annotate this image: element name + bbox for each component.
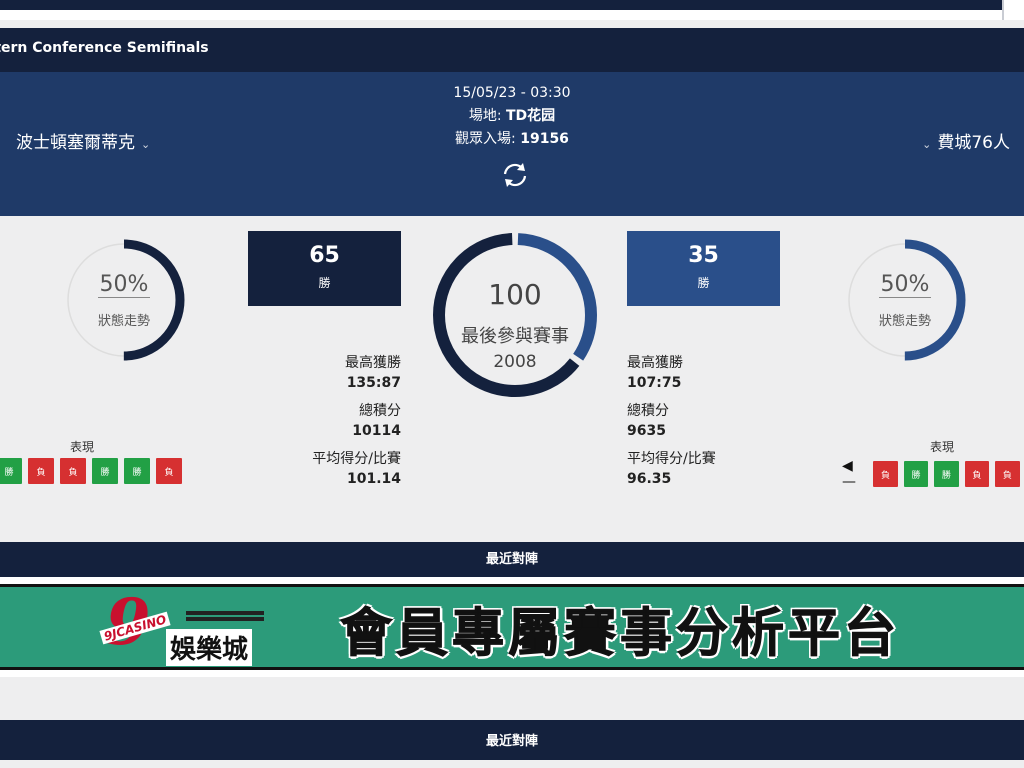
home-performance-label: 表現: [70, 440, 95, 454]
away-form-pct-value: 50%: [878, 272, 932, 298]
away-wins-box: 35 勝: [627, 231, 780, 306]
away-avg-label: 平均得分/比賽: [627, 451, 716, 467]
away-wins-label: 勝: [697, 276, 710, 290]
home-avg-label: 平均得分/比賽: [312, 451, 401, 467]
last-games-label: 最後參與賽事: [461, 326, 569, 347]
away-highest-win: 107:75: [627, 375, 682, 391]
venue-value: TD花园: [506, 108, 556, 124]
win-chip: 勝: [124, 458, 150, 484]
loss-chip: 負: [964, 461, 990, 487]
home-total-points-label: 總積分: [359, 403, 401, 419]
attendance-value: 19156: [520, 131, 569, 147]
away-team-name: 費城76人: [937, 133, 1010, 153]
away-total-points-label: 總積分: [627, 403, 669, 419]
win-chip: 勝: [903, 461, 929, 487]
top-nav-bar: [0, 0, 1002, 10]
match-info: 15/05/23 - 03:30 場地: TD花园 觀眾入場: 19156: [0, 82, 1024, 151]
conference-title-bar: stern Conference Semifinals: [0, 28, 1024, 72]
scroll-edge: [1002, 0, 1024, 20]
top-strip: [0, 0, 1024, 20]
away-stats: 最高獲勝 107:75 總積分 9635 平均得分/比賽 96.35: [627, 352, 716, 487]
promo-slogan: 會員專屬賽事分析平台: [339, 604, 901, 665]
away-form-label: 狀態走勢: [878, 314, 931, 329]
match-datetime: 15/05/23 - 03:30: [453, 85, 571, 101]
home-form-pct: 50%: [62, 272, 186, 298]
win-chip: 勝: [92, 458, 118, 484]
loss-chip: 負: [60, 458, 86, 484]
home-stats: 最高獲勝 135:87 總積分 10114 平均得分/比賽 101.14: [312, 352, 401, 487]
home-highest-win: 135:87: [346, 375, 401, 391]
away-performance-row: ◀— 負勝勝負負勝: [842, 458, 1024, 490]
match-venue-line: 場地: TD花园: [0, 105, 1024, 128]
home-wins-box: 65 勝: [248, 231, 401, 306]
chevron-down-icon: ⌄: [922, 138, 932, 151]
loss-chip: 負: [156, 458, 182, 484]
home-form-pct-value: 50%: [97, 272, 151, 298]
venue-label: 場地:: [468, 108, 502, 124]
away-team-selector[interactable]: ⌄ 費城76人: [916, 128, 1010, 153]
casino-logo: 9 9JCASINO 娛樂城: [96, 585, 276, 669]
home-performance-row: 勝負負勝勝負: [0, 458, 182, 484]
match-attendance-line: 觀眾入場: 19156: [0, 128, 1024, 151]
promo-banner: 9 9JCASINO 娛樂城 會員專屬賽事分析平台: [0, 577, 1024, 677]
away-form-pct: 50%: [843, 272, 967, 298]
home-form-label: 狀態走勢: [97, 314, 150, 329]
conference-title: stern Conference Semifinals: [0, 40, 209, 56]
away-performance-label: 表現: [930, 440, 955, 454]
match-header: 波士頓塞爾蒂克 ⌄ 15/05/23 - 03:30 場地: TD花园 觀眾入場:…: [0, 72, 1024, 216]
home-highest-win-label: 最高獲勝: [345, 355, 401, 371]
recent-matchups-header[interactable]: 最近對陣: [0, 542, 1024, 578]
recent-matchups-header-2[interactable]: 最近對陣: [0, 720, 1024, 760]
win-chip: 勝: [934, 461, 959, 487]
home-form-ring: [63, 239, 185, 361]
logo-stripes: [186, 611, 264, 623]
away-avg: 96.35: [627, 471, 672, 487]
home-total-points: 10114: [352, 423, 401, 439]
logo-name-text: 娛樂城: [166, 629, 253, 666]
loss-chip: 負: [995, 461, 1020, 487]
refresh-icon[interactable]: [500, 160, 530, 190]
arrow-left-icon[interactable]: ◀—: [842, 458, 865, 490]
away-form-ring: [844, 239, 966, 361]
last-games-ring: [433, 233, 597, 397]
win-chip: 勝: [0, 458, 22, 484]
loss-chip: 負: [873, 461, 898, 487]
home-avg: 101.14: [346, 471, 401, 487]
away-wins-count: 35: [688, 243, 719, 268]
home-wins-label: 勝: [318, 276, 331, 290]
loss-chip: 負: [28, 458, 54, 484]
away-highest-win-label: 最高獲勝: [627, 355, 683, 371]
home-wins-count: 65: [309, 243, 340, 268]
last-games-since: 2008: [493, 352, 537, 372]
away-total-points: 9635: [627, 423, 666, 439]
attendance-label: 觀眾入場:: [455, 131, 516, 147]
last-games-total: 100: [488, 278, 542, 311]
